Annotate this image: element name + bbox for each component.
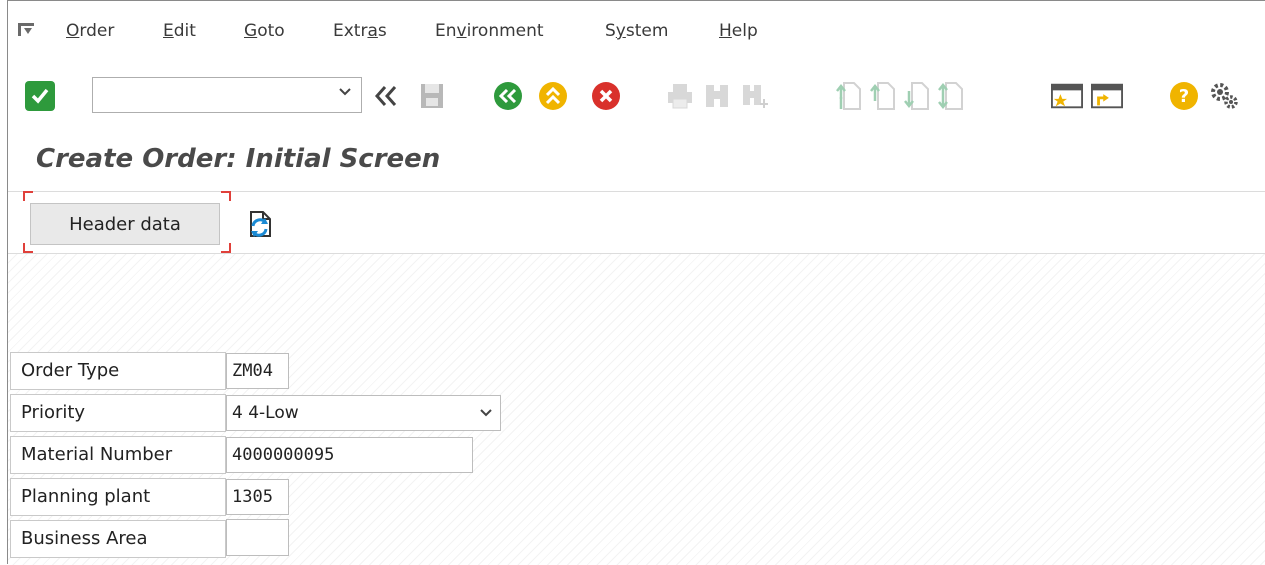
find-icon [706, 85, 728, 107]
settings-button[interactable] [1208, 80, 1240, 112]
help-button[interactable]: ? [1168, 80, 1200, 112]
chevron-down-icon[interactable] [480, 408, 492, 418]
back-arrows-button[interactable] [371, 80, 403, 112]
print-button[interactable] [664, 80, 696, 112]
business-area-field[interactable] [226, 519, 289, 556]
help-icon: ? [1170, 82, 1198, 110]
application-toolbar: Header data [8, 191, 1265, 254]
find-next-button[interactable] [739, 80, 771, 112]
enter-icon [25, 81, 55, 111]
page-title: Create Order: Initial Screen [36, 144, 441, 174]
title-bar: Create Order: Initial Screen [8, 133, 1265, 192]
find-next-icon [743, 85, 768, 108]
order-type-field[interactable]: ZM04 [226, 353, 289, 389]
refresh-document-icon [250, 211, 271, 237]
shortcut-button[interactable] [1091, 80, 1123, 112]
material-number-field[interactable]: 4000000095 [226, 437, 473, 473]
menu-order-label: rder [79, 21, 115, 41]
back-arrows-icon [374, 86, 397, 106]
planning-plant-field[interactable]: 1305 [226, 479, 289, 515]
priority-label: Priority [10, 394, 226, 432]
last-page-button[interactable] [935, 80, 967, 112]
enter-button[interactable] [24, 80, 56, 112]
material-number-label: Material Number [10, 436, 226, 474]
back-icon [494, 82, 522, 110]
header-data-button[interactable]: Header data [30, 203, 220, 245]
menu-goto[interactable]: Goto [244, 21, 285, 41]
menu-extras[interactable]: Extras [333, 21, 387, 41]
refresh-document-button[interactable] [244, 209, 274, 243]
priority-value: 4 4-Low [232, 403, 299, 423]
next-page-button[interactable] [901, 80, 933, 112]
next-page-icon [904, 82, 929, 110]
order-type-label: Order Type [10, 352, 226, 390]
previous-page-button[interactable] [867, 80, 899, 112]
business-area-label: Business Area [10, 520, 226, 558]
menu-bar: Order Edit Goto Extras Environment Syste… [8, 1, 1265, 61]
planning-plant-label: Planning plant [10, 478, 226, 516]
standard-toolbar: ? [8, 61, 1265, 133]
priority-dropdown[interactable]: 4 4-Low [226, 395, 501, 431]
focus-corner [23, 191, 33, 201]
shortcut-icon [1091, 83, 1123, 109]
first-page-button[interactable] [833, 80, 865, 112]
create-session-icon [1051, 83, 1083, 109]
command-field[interactable] [92, 77, 362, 113]
sap-window: Order Edit Goto Extras Environment Syste… [7, 0, 1265, 565]
menu-list-icon[interactable] [18, 23, 34, 36]
settings-gear-icon [1211, 83, 1238, 109]
menu-order[interactable]: Order [66, 21, 114, 41]
exit-icon [539, 82, 567, 110]
create-session-button[interactable] [1051, 80, 1083, 112]
exit-button[interactable] [537, 80, 569, 112]
save-button[interactable] [416, 80, 448, 112]
print-icon [668, 84, 692, 109]
focus-corner [221, 243, 231, 253]
menu-system[interactable]: System [605, 21, 668, 41]
find-button[interactable] [701, 80, 733, 112]
last-page-icon [938, 82, 963, 110]
form-area: Order Type ZM04 Priority 4 4-Low Materia… [8, 254, 1265, 565]
focus-corner [221, 191, 231, 201]
menu-environment[interactable]: Environment [435, 21, 544, 41]
command-dropdown-icon[interactable] [339, 87, 351, 97]
first-page-icon [836, 82, 861, 110]
menu-help[interactable]: Help [719, 21, 758, 41]
save-icon [421, 84, 443, 108]
menu-edit[interactable]: Edit [163, 21, 196, 41]
previous-page-icon [870, 82, 895, 110]
back-button[interactable] [492, 80, 524, 112]
cancel-icon [592, 82, 620, 110]
cancel-button[interactable] [590, 80, 622, 112]
